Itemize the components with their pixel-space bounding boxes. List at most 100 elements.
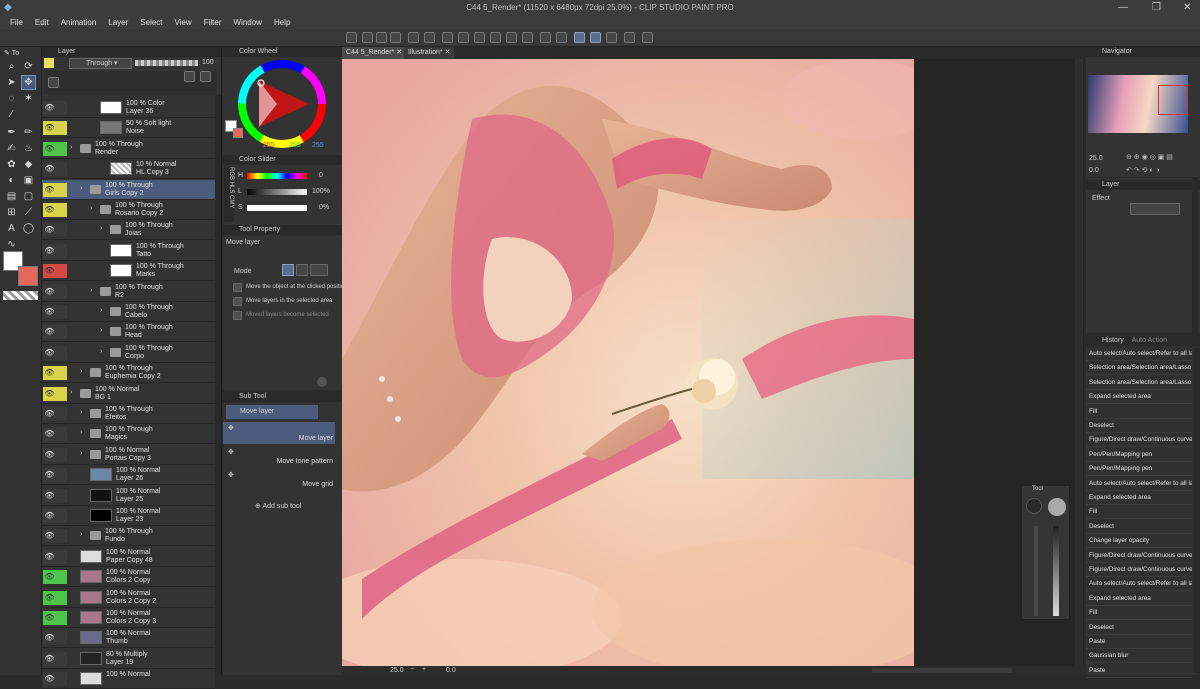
brush-size-preview-large[interactable] (1048, 498, 1066, 516)
correct-line-icon[interactable]: ∿ (5, 238, 18, 251)
layer-row[interactable]: 👁 100 % Through Marks (42, 261, 215, 282)
folder-expand-icon[interactable]: › (90, 205, 92, 212)
layer-lock-toggle[interactable] (56, 264, 67, 279)
history-item[interactable]: Expand selected area (1086, 592, 1192, 606)
layer-row[interactable]: 👁 › 100 % Through Head (42, 322, 215, 343)
layer-row[interactable]: 👁 100 % Normal Colors 2 Copy 3 (42, 608, 215, 628)
layer-visibility-eye-icon[interactable]: 👁 (43, 427, 56, 442)
layer-visibility-eye-icon[interactable]: 👁 (43, 570, 56, 585)
frame-icon[interactable]: ⊞ (5, 206, 18, 219)
option-checkbox-2[interactable] (233, 297, 242, 306)
folder-expand-icon[interactable]: › (100, 348, 102, 355)
option-checkbox-3[interactable] (233, 311, 242, 320)
folder-expand-icon[interactable]: › (80, 429, 82, 436)
history-item[interactable]: Paste (1086, 635, 1192, 649)
layer-property-scrollbar[interactable] (1192, 178, 1198, 333)
layer-row[interactable]: 👁 › 100 % Through Corpo (42, 342, 215, 363)
nav-angle-value[interactable]: 0.0 (1089, 167, 1099, 174)
layer-visibility-eye-icon[interactable]: 👁 (43, 284, 56, 299)
history-item[interactable]: Figure/Direct draw/Continuous curve (1086, 549, 1192, 563)
folder-expand-icon[interactable]: › (80, 450, 82, 457)
operation-icon[interactable]: ➤ (5, 76, 18, 89)
layer-visibility-eye-icon[interactable]: 👁 (43, 651, 56, 666)
layer-row[interactable]: 👁 › 100 % Through Euphemia Copy 2 (42, 363, 215, 384)
layer-visibility-eye-icon[interactable]: 👁 (43, 509, 56, 523)
history-item[interactable]: Gaussian blur (1086, 649, 1192, 664)
tab-hls[interactable]: HLS (228, 182, 234, 194)
history-item[interactable]: Pen/Pen/Mapping pen (1086, 462, 1192, 477)
airbrush-icon[interactable]: ♨ (22, 142, 35, 155)
tab-rgb[interactable]: RGB (228, 167, 234, 180)
sub-tool-group-tab[interactable]: Move layer (226, 405, 318, 419)
layer-row[interactable]: 👁 › 100 % Normal BG 1 (42, 383, 215, 404)
pencil-icon[interactable]: ✏ (22, 126, 35, 139)
layer-lock-toggle[interactable] (56, 386, 67, 401)
effect-buttons[interactable] (1130, 203, 1180, 215)
folder-expand-icon[interactable]: › (80, 409, 82, 416)
brush-size-preview-small[interactable] (1026, 498, 1042, 514)
layer-visibility-eye-icon[interactable]: 👁 (43, 529, 56, 544)
layer-lock-toggle[interactable] (56, 407, 67, 421)
layer-row[interactable]: 👁 100 % Normal Paper Copy 48 (42, 546, 215, 567)
history-item[interactable]: Paste (1086, 664, 1192, 678)
decoration-icon[interactable]: ✿ (5, 158, 18, 171)
layer-lock-toggle[interactable] (56, 611, 67, 625)
zoom-in-button[interactable]: + (422, 666, 426, 673)
rotation-value[interactable]: 0.0 (446, 667, 456, 674)
zoom-value[interactable]: 25.0 (390, 667, 404, 674)
snap-special-ruler-icon[interactable] (574, 32, 585, 43)
folder-expand-icon[interactable]: › (70, 389, 72, 396)
layer-visibility-eye-icon[interactable]: 👁 (43, 672, 56, 687)
history-tab[interactable]: History (1102, 337, 1124, 344)
nav-zoom-buttons[interactable]: ⊖ ⊕ ◉ ◎ ▣ ▤ (1126, 153, 1192, 162)
layer-visibility-eye-icon[interactable]: 👁 (43, 223, 56, 238)
layer-row[interactable]: 👁 100 % Normal Colors 2 Copy 2 (42, 587, 215, 608)
layer-lock-toggle[interactable] (56, 672, 67, 687)
layer-lock-toggle[interactable] (56, 549, 67, 564)
layer-row[interactable]: 👁 › 100 % Through Joias (42, 220, 215, 241)
history-item[interactable]: Selection area/Selection area/Lasso (1086, 361, 1192, 376)
tool-tab[interactable]: ✎ To (4, 47, 34, 60)
layer-scrollbar[interactable] (215, 95, 221, 675)
layer-lock-toggle[interactable] (56, 488, 67, 503)
mode-layer-button[interactable] (282, 264, 294, 276)
menu-view[interactable]: View (175, 18, 192, 27)
menu-window[interactable]: Window (234, 18, 262, 27)
history-item[interactable]: Deselect (1086, 621, 1192, 635)
canvas-horizontal-scrollbar[interactable] (872, 668, 1012, 673)
ruler-tool-icon[interactable]: ⟋ (22, 206, 35, 219)
history-item[interactable]: Figure/Direct draw/Continuous curve (1086, 433, 1192, 448)
layer-row[interactable]: 👁 › 100 % Through Girls Copy 2 (42, 179, 215, 200)
saturation-slider[interactable] (247, 205, 307, 211)
settings-icon[interactable] (642, 32, 653, 43)
layer-visibility-eye-icon[interactable]: 👁 (43, 101, 56, 115)
layer-lock-toggle[interactable] (56, 427, 67, 442)
layer-row[interactable]: 👁 100 % Normal Layer 25 (42, 485, 215, 506)
balloon-icon[interactable]: ◯ (22, 222, 35, 235)
menu-filter[interactable]: Filter (204, 18, 222, 27)
transform-icon[interactable] (490, 32, 501, 43)
navigator-viewport-frame[interactable] (1158, 85, 1188, 115)
zoom-out-button[interactable]: − (410, 666, 414, 673)
layer-visibility-eye-icon[interactable]: 👁 (43, 468, 56, 483)
text-icon[interactable]: A (5, 222, 18, 235)
layer-reference-icon[interactable] (48, 77, 59, 88)
layer-visibility-eye-icon[interactable]: 👁 (43, 203, 56, 217)
tab-render[interactable]: C44 5_Render* ✕ (342, 47, 407, 59)
history-item[interactable]: Fill (1086, 505, 1192, 520)
property-settings-icon[interactable] (317, 377, 327, 387)
lightness-slider[interactable] (247, 189, 307, 195)
save-icon[interactable] (390, 32, 401, 43)
color-mode-tabs[interactable]: RGB HLS CMY (224, 167, 234, 222)
invert-selection-icon[interactable] (522, 32, 533, 43)
layer-visibility-eye-icon[interactable]: 👁 (43, 264, 56, 279)
history-item[interactable]: Pen/Pen/Mapping pen (1086, 448, 1192, 462)
color-wheel[interactable] (237, 59, 327, 149)
layer-visibility-eye-icon[interactable]: 👁 (43, 611, 56, 625)
layer-row[interactable]: 👁 100 % Color Layer 36 (42, 98, 215, 118)
wheel-sub-color[interactable] (233, 128, 243, 138)
layer-row[interactable]: 👁 10 % Normal HL Copy 3 (42, 159, 215, 180)
layer-visibility-eye-icon[interactable]: 👁 (43, 407, 56, 421)
layer-lock-toggle[interactable] (56, 141, 67, 156)
fill-icon[interactable] (474, 32, 485, 43)
